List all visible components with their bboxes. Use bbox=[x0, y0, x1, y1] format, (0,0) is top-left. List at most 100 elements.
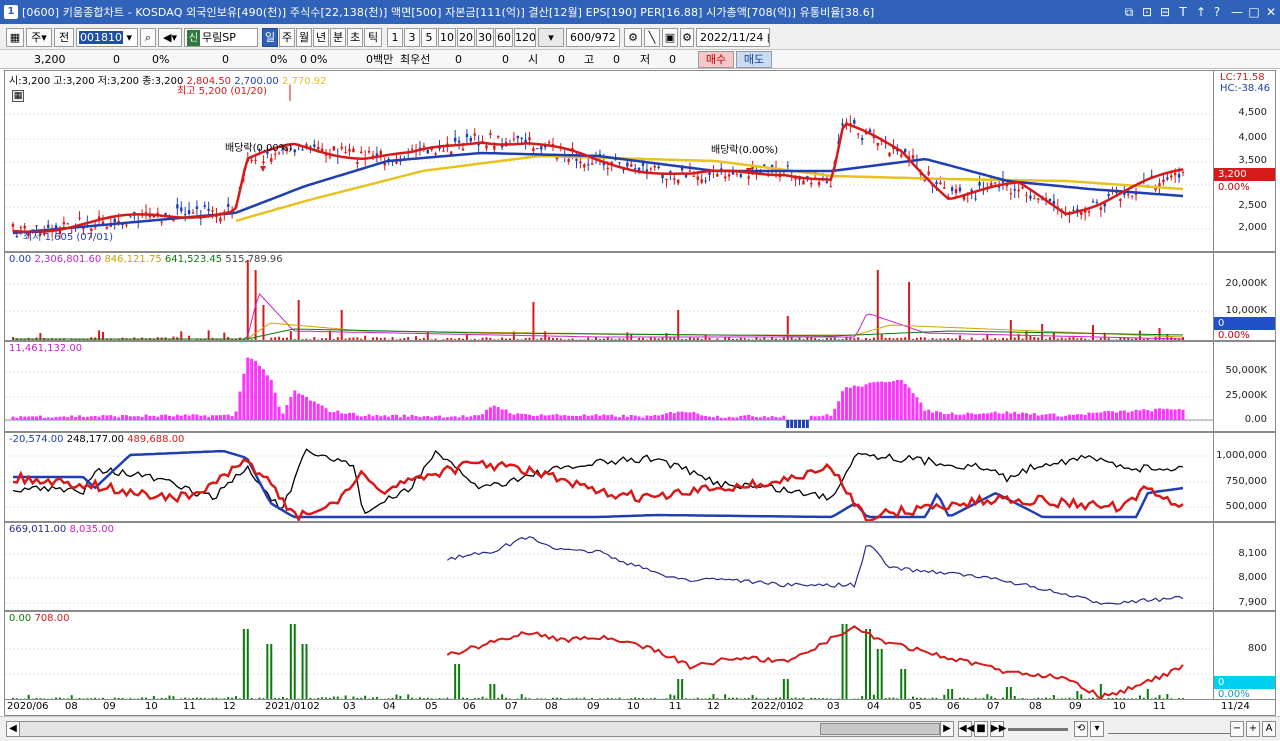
amount-panel[interactable]: 11,461,132.00 50,000K 25,000K 0.00 bbox=[4, 341, 1276, 432]
interval-20-button[interactable]: 20 bbox=[457, 28, 475, 47]
investor-chart[interactable] bbox=[5, 433, 1215, 521]
amount-bar bbox=[1130, 411, 1134, 420]
font-size-icon[interactable]: T bbox=[1175, 3, 1191, 21]
play-back-icon[interactable]: ◀◀ bbox=[958, 721, 974, 737]
ratio-bar bbox=[900, 669, 903, 699]
zoom-reset-icon[interactable]: ⟲ bbox=[1074, 721, 1088, 737]
period-dropdown[interactable]: 주▾ bbox=[26, 28, 52, 47]
period-month-button[interactable]: 월 bbox=[296, 28, 312, 47]
ratio-chart[interactable] bbox=[5, 612, 1215, 699]
indicator-chart[interactable] bbox=[5, 523, 1215, 610]
candle-body bbox=[1021, 186, 1024, 189]
ratio-bar bbox=[1037, 697, 1040, 699]
amount-bar bbox=[438, 415, 442, 420]
period-week-button[interactable]: 주 bbox=[279, 28, 295, 47]
stop-icon[interactable]: ■ bbox=[974, 721, 988, 737]
pin-icon[interactable]: ⊟ bbox=[1157, 3, 1173, 21]
ratio-panel[interactable]: 0.00 708.00 800 0 0.00% bbox=[4, 611, 1276, 700]
custom-interval-dropdown[interactable]: ▾ bbox=[538, 28, 564, 47]
volume-bar bbox=[501, 337, 504, 340]
dividend-marker bbox=[260, 166, 266, 172]
maximize-icon[interactable]: □ bbox=[1246, 3, 1262, 21]
zoom-menu-icon[interactable]: ▾ bbox=[1090, 721, 1104, 737]
ratio-bar bbox=[317, 697, 320, 699]
play-forward-icon[interactable]: ▶▶ bbox=[990, 721, 1006, 737]
interval-5-button[interactable]: 5 bbox=[421, 28, 437, 47]
link-icon[interactable]: ⊡ bbox=[1139, 3, 1155, 21]
grid-icon[interactable]: ▦ bbox=[12, 90, 24, 102]
investor-panel[interactable]: -20,574.00 248,177.00 489,688.00 1,000,0… bbox=[4, 432, 1276, 522]
scroll-left-icon[interactable]: ◀ bbox=[6, 721, 20, 737]
speaker-icon[interactable]: ◀▾ bbox=[158, 28, 182, 47]
volume-bar bbox=[595, 337, 598, 340]
calendar-icon[interactable]: ▦ bbox=[767, 31, 769, 44]
amount-bar bbox=[888, 381, 892, 420]
candle-body bbox=[900, 154, 903, 157]
ratio-bar bbox=[876, 649, 879, 699]
prev-button[interactable]: 전 bbox=[54, 28, 74, 47]
ratio-bar bbox=[501, 694, 504, 699]
amount-bar bbox=[578, 416, 582, 420]
font-icon[interactable]: A bbox=[1262, 721, 1276, 737]
scroll-track[interactable] bbox=[20, 721, 940, 737]
line-tool-icon[interactable]: ╲ bbox=[644, 28, 660, 47]
chart-settings-icon[interactable]: ⚙ bbox=[624, 28, 642, 47]
volume-chart[interactable] bbox=[5, 253, 1215, 340]
ratio-bar bbox=[1092, 697, 1094, 699]
price-panel[interactable]: 시:3,200 고:3,200 저:3,200 종:3,200 2,804.50… bbox=[4, 70, 1276, 252]
ratio-bar bbox=[845, 624, 848, 699]
interval-10-button[interactable]: 10 bbox=[438, 28, 456, 47]
candle-body bbox=[113, 218, 116, 223]
interval-3-button[interactable]: 3 bbox=[404, 28, 420, 47]
interval-120-button[interactable]: 120 bbox=[514, 28, 536, 47]
price-chart[interactable] bbox=[5, 71, 1215, 251]
zoom-out-icon[interactable]: − bbox=[1230, 721, 1244, 737]
volume-bar bbox=[383, 337, 386, 340]
scroll-thumb[interactable] bbox=[820, 723, 940, 735]
top-icon[interactable]: ↑ bbox=[1193, 3, 1209, 21]
interval-1-button[interactable]: 1 bbox=[387, 28, 403, 47]
indicator-panel[interactable]: 669,011.00 8,035.00 8,100 8,000 7,900 bbox=[4, 522, 1276, 611]
zoom-slider[interactable] bbox=[1008, 728, 1068, 731]
search-icon[interactable]: ⌕ bbox=[140, 28, 156, 47]
scroll-right-icon[interactable]: ▶ bbox=[940, 721, 954, 737]
date-input[interactable]: 2022/11/24 ▦ bbox=[696, 28, 770, 47]
ratio-bar bbox=[58, 697, 61, 699]
period-second-button[interactable]: 초 bbox=[347, 28, 363, 47]
ratio-bar bbox=[1068, 697, 1071, 699]
value-1-pct: 0% bbox=[270, 53, 288, 66]
save-icon[interactable]: ▣ bbox=[662, 28, 678, 47]
stock-code-input[interactable]: 001810 ▾ bbox=[76, 28, 138, 47]
zoom-in-icon[interactable]: + bbox=[1246, 721, 1260, 737]
period-year-button[interactable]: 년 bbox=[313, 28, 329, 47]
period-tick-button[interactable]: 틱 bbox=[364, 28, 382, 47]
amount-bar bbox=[1146, 409, 1150, 420]
period-dropdown-value: 주 bbox=[31, 31, 42, 44]
period-day-button[interactable]: 일 bbox=[262, 28, 278, 47]
amount-chart[interactable] bbox=[5, 342, 1215, 431]
ratio-bar bbox=[160, 697, 163, 699]
amount-bar bbox=[297, 393, 301, 420]
gear-icon[interactable]: ⚙ bbox=[680, 28, 694, 47]
ratio-bar bbox=[145, 697, 148, 699]
amount-bar bbox=[911, 393, 915, 420]
interval-30-button[interactable]: 30 bbox=[476, 28, 494, 47]
amount-bar bbox=[1103, 411, 1107, 420]
sell-button[interactable]: 매도 bbox=[736, 51, 772, 68]
buy-button[interactable]: 매수 bbox=[698, 51, 734, 68]
ratio-bar bbox=[865, 629, 868, 699]
data-count-input[interactable]: 600/972 bbox=[566, 28, 620, 47]
chart-type-icon[interactable]: ▦ bbox=[6, 28, 24, 47]
zoom-track[interactable] bbox=[1108, 724, 1238, 734]
stock-name-field[interactable]: 신 무림SP bbox=[184, 28, 258, 47]
date-label: 10 bbox=[627, 701, 640, 712]
volume-panel[interactable]: 0.00 2,306,801.60 846,121.75 641,523.45 … bbox=[4, 252, 1276, 341]
interval-60-button[interactable]: 60 bbox=[495, 28, 513, 47]
amount-bar bbox=[42, 417, 46, 420]
period-minute-button[interactable]: 분 bbox=[330, 28, 346, 47]
minimize-icon[interactable]: — bbox=[1229, 3, 1245, 21]
cascade-icon[interactable]: ⧉ bbox=[1121, 3, 1137, 21]
help-icon[interactable]: ? bbox=[1209, 3, 1225, 21]
close-icon[interactable]: ✕ bbox=[1263, 3, 1279, 21]
amount-bar bbox=[1118, 410, 1122, 420]
